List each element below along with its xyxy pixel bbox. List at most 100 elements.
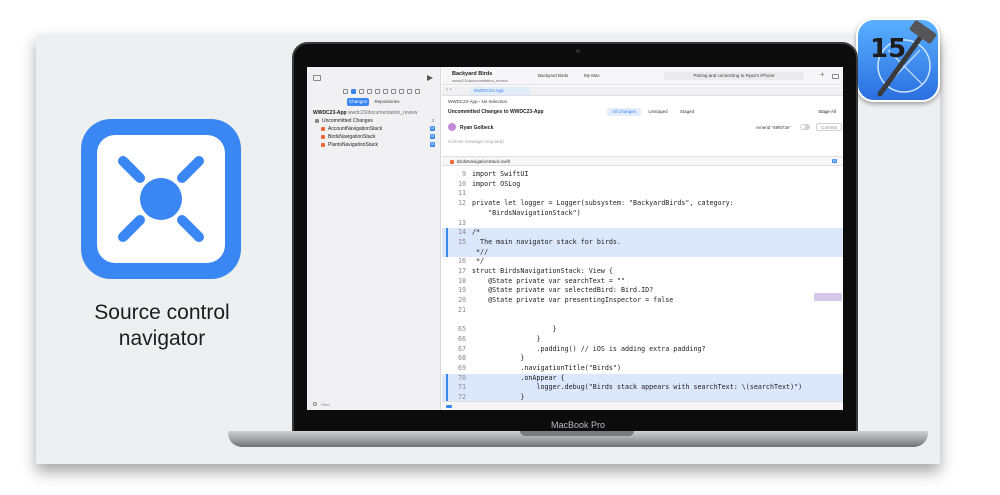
project-title[interactable]: Backyard Birds	[452, 71, 492, 77]
stage-all-button[interactable]: Stage All	[814, 108, 840, 116]
tab-unstaged[interactable]: Unstaged	[643, 108, 673, 116]
line-text: import OSLog	[472, 179, 521, 188]
line-text: import SwiftUI	[472, 170, 529, 178]
line-number: 67	[457, 344, 466, 353]
code-line: 70 .onAppear {	[442, 373, 843, 384]
tab-bar: ‹ › WWDC23-App	[442, 86, 843, 96]
run-icon[interactable]	[427, 75, 433, 81]
repo-branch: wwdc23/documentation_review	[348, 110, 418, 116]
line-number: 16	[457, 257, 466, 266]
swift-file-icon	[321, 135, 325, 139]
code-line: 14 /*	[442, 228, 843, 238]
destination-selector[interactable]: My Mac	[584, 73, 600, 78]
code-line: 18 @State private var searchText = ""	[442, 277, 843, 287]
swift-file-icon	[321, 143, 325, 147]
modified-badge: M	[832, 159, 837, 163]
line-number: 18	[457, 276, 466, 285]
source-control-glyph-icon	[118, 156, 204, 242]
repo-row[interactable]: WWDC23-App wwdc23/documentation_review	[313, 110, 417, 116]
caption: Source control navigator	[60, 300, 264, 352]
commit-button[interactable]: Commit	[816, 123, 842, 131]
swift-file-icon	[450, 160, 454, 164]
code-line: 19 @State private var selectedBird: Bird…	[442, 286, 843, 296]
code-line: 21	[442, 306, 843, 316]
activity-status: Pairing and connecting to Ryan's iPhone	[664, 72, 804, 80]
annotation-marker[interactable]	[814, 293, 842, 301]
changes-filter-segment: All Changes Unstaged Staged	[607, 108, 717, 116]
avatar	[448, 123, 456, 131]
reports-icon[interactable]	[415, 89, 420, 94]
line-number: 11	[457, 189, 466, 198]
line-text: @State private var selectedBird: Bird.ID…	[472, 286, 654, 295]
code-line: 68 }	[442, 354, 843, 364]
swift-file-icon	[321, 127, 325, 131]
tests-icon[interactable]	[391, 89, 396, 94]
line-number: 20	[457, 296, 466, 305]
xcode-version: 15	[870, 34, 907, 64]
caption-line-2: navigator	[118, 327, 206, 350]
code-line: 11	[442, 189, 843, 199]
jump-bar[interactable]: WWDC23-App › No Selection	[448, 99, 507, 104]
group-label: Uncommitted Changes	[322, 118, 373, 124]
scheme-selector[interactable]: Backyard Birds	[538, 73, 568, 78]
code-diff[interactable]: 9 import SwiftUI 10 import OSLog 11 12 private…	[442, 170, 843, 410]
file-item[interactable]: PlantsNavigationStack M	[321, 141, 435, 149]
find-icon[interactable]	[375, 89, 380, 94]
line-text: .navigationTitle("Birds")	[472, 364, 621, 372]
filter-field[interactable]: Filter	[311, 401, 437, 408]
breakpoints-icon[interactable]	[407, 89, 412, 94]
line-number: 9	[461, 170, 466, 178]
line-text: .onAppear {	[472, 373, 565, 382]
code-line: 71 logger.debug("Birds stack appears wit…	[442, 383, 843, 394]
line-text: /*	[472, 228, 481, 237]
modified-badge: M	[430, 142, 435, 147]
file-header-name[interactable]: BirdsNavigationStack.swift	[457, 159, 510, 164]
segment-changes[interactable]: Changes	[347, 98, 369, 106]
line-number: 12	[457, 199, 466, 208]
disclosure-icon[interactable]	[315, 119, 319, 123]
project-navigator-icon[interactable]	[343, 89, 348, 94]
group-count: 3	[431, 118, 434, 123]
uncommitted-group[interactable]: Uncommitted Changes 3	[315, 117, 435, 125]
xcode-app-icon: 15	[856, 18, 940, 102]
issues-icon[interactable]	[383, 89, 388, 94]
file-name: AccountNavigationStack	[328, 126, 383, 132]
sidebar-toggle-icon[interactable]	[313, 75, 321, 81]
repo-name: WWDC23-App	[313, 110, 347, 116]
tab-staged[interactable]: Staged	[675, 108, 699, 116]
source-control-navigator-icon	[81, 119, 241, 279]
code-line: 12 private let logger = Logger(subsystem:…	[442, 199, 843, 209]
line-text: struct BirdsNavigationStack: View {	[472, 267, 613, 275]
line-number: 66	[457, 334, 466, 343]
add-icon[interactable]: +	[820, 70, 825, 79]
line-number: 17	[457, 267, 466, 275]
debug-icon[interactable]	[399, 89, 404, 94]
debug-bar	[442, 401, 843, 410]
commit-message-field[interactable]: Commit message (required)	[448, 139, 504, 144]
tab-all-changes[interactable]: All Changes	[607, 108, 641, 116]
camera-icon	[576, 49, 580, 53]
code-line: 16 */	[442, 257, 843, 267]
inspector-toggle-icon[interactable]	[832, 74, 839, 79]
line-text: logger.debug("Birds stack appears with s…	[472, 383, 803, 392]
line-text: The main navigator stack for birds.	[472, 237, 621, 246]
amend-toggle[interactable]	[800, 124, 810, 130]
file-name: BirdsNavigationStack	[328, 134, 376, 140]
code-line: 67 .padding() // iOS is adding extra pad…	[442, 345, 843, 355]
line-text: *//	[472, 247, 489, 256]
macbook-notch	[520, 431, 634, 436]
file-item[interactable]: AccountNavigationStack M	[321, 125, 435, 133]
source-control-tab-icon[interactable]	[351, 89, 356, 94]
line-number: 68	[457, 354, 466, 363]
symbols-icon[interactable]	[367, 89, 372, 94]
back-forward-icon[interactable]: ‹ ›	[446, 87, 452, 93]
bookmarks-icon[interactable]	[359, 89, 364, 94]
file-item[interactable]: BirdsNavigationStack M	[321, 133, 435, 141]
segment-repositories[interactable]: Repositories	[371, 98, 403, 106]
macbook-label: MacBook Pro	[550, 420, 606, 430]
tab-wwdc23-app[interactable]: WWDC23-App	[470, 87, 530, 95]
line-number: 71	[457, 383, 466, 392]
line-number: 15	[457, 237, 466, 246]
debug-area-indicator-icon[interactable]	[446, 405, 452, 408]
line-number: 69	[457, 364, 466, 372]
